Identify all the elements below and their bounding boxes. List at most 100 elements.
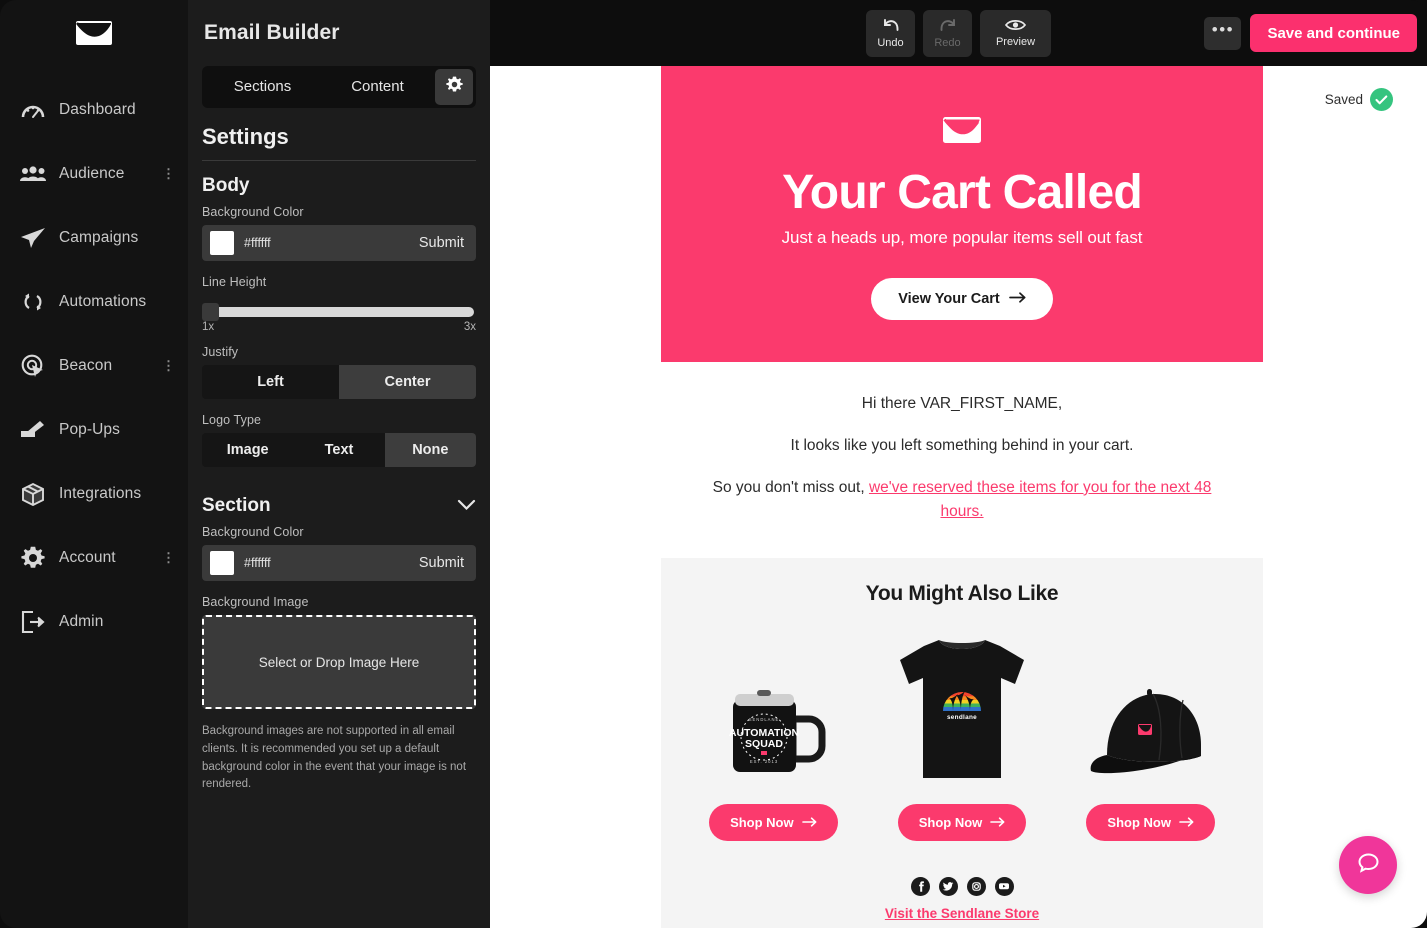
shop-now-button-mug[interactable]: Shop Now	[709, 803, 838, 841]
sidebar-item-campaigns[interactable]: Campaigns	[0, 206, 188, 270]
saved-label: Saved	[1324, 92, 1363, 107]
visit-store-link[interactable]: Visit the Sendlane Store	[885, 906, 1039, 921]
product-image-tshirt: sendlane	[882, 617, 1042, 792]
tab-settings[interactable]	[435, 69, 473, 105]
logo-type-option-text[interactable]: Text	[293, 433, 385, 467]
toolbar: Undo Redo Preview ••• Save and continue	[490, 0, 1427, 66]
logo-type-label: Logo Type	[202, 413, 262, 427]
sidebar-item-label: Integrations	[59, 485, 142, 502]
product-card: AUTOMATION SQUAD SENDLANE EST. 2013 Shop…	[683, 618, 864, 841]
product-card: sendlane Shop Now	[872, 617, 1053, 841]
sidebar-item-dashboard[interactable]: Dashboard	[0, 78, 188, 142]
logout-icon	[18, 607, 48, 637]
section-bgcolor-label: Background Color	[202, 525, 304, 539]
sidebar-item-menu-button[interactable]: ⋮	[162, 359, 175, 372]
sidebar-nav: Dashboard Audience ⋮ Campaigns Automatio…	[0, 66, 188, 654]
sidebar-item-beacon[interactable]: Beacon ⋮	[0, 334, 188, 398]
youtube-icon[interactable]	[994, 876, 1014, 896]
email-greeting: Hi there VAR_FIRST_NAME,	[861, 394, 1063, 412]
undo-label: Undo	[877, 37, 904, 49]
popup-icon	[18, 415, 48, 445]
more-options-button[interactable]: •••	[1204, 16, 1242, 50]
email-subhead: Just a heads up, more popular items sell…	[781, 227, 1143, 247]
box-icon	[18, 479, 48, 509]
email-footer-section[interactable]: Visit the Sendlane Store	[661, 862, 1263, 928]
help-chat-button[interactable]	[1339, 836, 1397, 894]
logo-type-option-image[interactable]: Image	[202, 433, 294, 467]
gauge-icon	[18, 95, 48, 125]
email-builder-app: Dashboard Audience ⋮ Campaigns Automatio…	[0, 0, 1427, 928]
product-card: Shop Now	[1060, 618, 1241, 841]
body-bgcolor-swatch[interactable]	[210, 231, 234, 255]
email-body-section[interactable]: Hi there VAR_FIRST_NAME, It looks like y…	[661, 361, 1263, 558]
sidebar-item-account[interactable]: Account ⋮	[0, 526, 188, 590]
shop-now-label: Shop Now	[1107, 814, 1171, 830]
sidebar-item-automations[interactable]: Automations	[0, 270, 188, 334]
line-height-slider[interactable]: 1x 3x	[202, 295, 476, 333]
sidebar-item-menu-button[interactable]: ⋮	[162, 167, 175, 180]
beacon-cursor-icon	[18, 351, 48, 381]
body-bgcolor-label: Background Color	[202, 205, 304, 219]
svg-text:EST. 2013: EST. 2013	[750, 759, 778, 764]
brand-logo[interactable]	[0, 0, 188, 66]
background-image-help-text: Background images are not supported in a…	[202, 725, 467, 791]
sidebar-item-audience[interactable]: Audience ⋮	[0, 142, 188, 206]
twitter-icon[interactable]	[938, 876, 958, 896]
panel-header: Email Builder	[188, 0, 490, 66]
preview-label: Preview	[995, 36, 1036, 48]
sidebar-item-admin[interactable]: Admin	[0, 590, 188, 654]
body-group-label: Body	[202, 175, 250, 196]
undo-arrow-icon	[881, 17, 901, 36]
sidebar-item-integrations[interactable]: Integrations	[0, 462, 188, 526]
email-canvas: Saved Your Cart Called Just a heads up, …	[490, 66, 1427, 928]
check-circle-icon	[1370, 88, 1393, 111]
chevron-down-icon[interactable]	[457, 495, 476, 517]
email-recommendations-section[interactable]: You Might Also Like AUTOMATION SQUAD SEN…	[661, 557, 1263, 863]
justify-option-center[interactable]: Center	[339, 365, 476, 399]
line-height-track[interactable]	[202, 303, 474, 321]
section-bgcolor-input[interactable]	[244, 556, 419, 570]
sidebar-item-label: Audience	[59, 165, 125, 182]
status-badge: Saved	[1325, 88, 1393, 111]
justify-option-left[interactable]: Left	[202, 365, 339, 399]
recommendations-heading: You Might Also Like	[865, 581, 1059, 605]
body-bgcolor-submit-button[interactable]: Submit	[419, 235, 464, 251]
background-image-dropzone[interactable]: Select or Drop Image Here	[202, 615, 476, 709]
shop-now-button-tshirt[interactable]: Shop Now	[897, 803, 1027, 841]
sidebar-item-popups[interactable]: Pop-Ups	[0, 398, 188, 462]
sidebar-item-label: Campaigns	[59, 229, 139, 246]
sidebar-item-label: Automations	[59, 293, 147, 310]
undo-button[interactable]: Undo	[866, 9, 915, 57]
line-height-max-label: 3x	[463, 321, 476, 333]
logo-type-option-none[interactable]: None	[384, 433, 476, 467]
shop-now-button-cap[interactable]: Shop Now	[1086, 803, 1215, 841]
section-group-heading[interactable]: Section	[202, 481, 476, 525]
logo-type-segmented-control: Image Text None	[202, 433, 476, 467]
arrow-right-icon	[1008, 291, 1026, 307]
instagram-icon[interactable]	[966, 876, 986, 896]
tab-content[interactable]: Content	[320, 69, 435, 105]
section-group-label: Section	[202, 495, 271, 516]
justify-segmented-control: Left Center	[202, 365, 476, 399]
toolbar-right-group: ••• Save and continue	[1204, 14, 1417, 52]
preview-button[interactable]: Preview	[980, 9, 1051, 57]
redo-button[interactable]: Redo	[923, 9, 972, 57]
view-your-cart-button[interactable]: View Your Cart	[871, 277, 1053, 320]
product-image-cap	[1083, 618, 1219, 792]
sidebar-item-menu-button[interactable]: ⋮	[162, 551, 175, 564]
line-height-thumb[interactable]	[202, 303, 219, 321]
body-bgcolor-input[interactable]	[244, 236, 419, 250]
email-hero-section[interactable]: Your Cart Called Just a heads up, more p…	[661, 66, 1263, 362]
envelope-logo-icon	[75, 19, 113, 47]
reserved-items-link[interactable]: we've reserved these items for you for t…	[869, 479, 1211, 520]
facebook-icon[interactable]	[910, 876, 930, 896]
section-bgcolor-submit-button[interactable]: Submit	[419, 555, 464, 571]
section-bgcolor-swatch[interactable]	[210, 551, 234, 575]
sidebar-item-label: Pop-Ups	[59, 421, 121, 438]
settings-heading: Settings	[202, 108, 476, 161]
view-your-cart-label: View Your Cart	[898, 290, 1000, 307]
email-line-3-prefix: So you don't miss out,	[712, 478, 869, 496]
product-image-mug: AUTOMATION SQUAD SENDLANE EST. 2013	[710, 618, 836, 792]
tab-sections[interactable]: Sections	[205, 69, 320, 105]
save-and-continue-button[interactable]: Save and continue	[1250, 14, 1417, 52]
